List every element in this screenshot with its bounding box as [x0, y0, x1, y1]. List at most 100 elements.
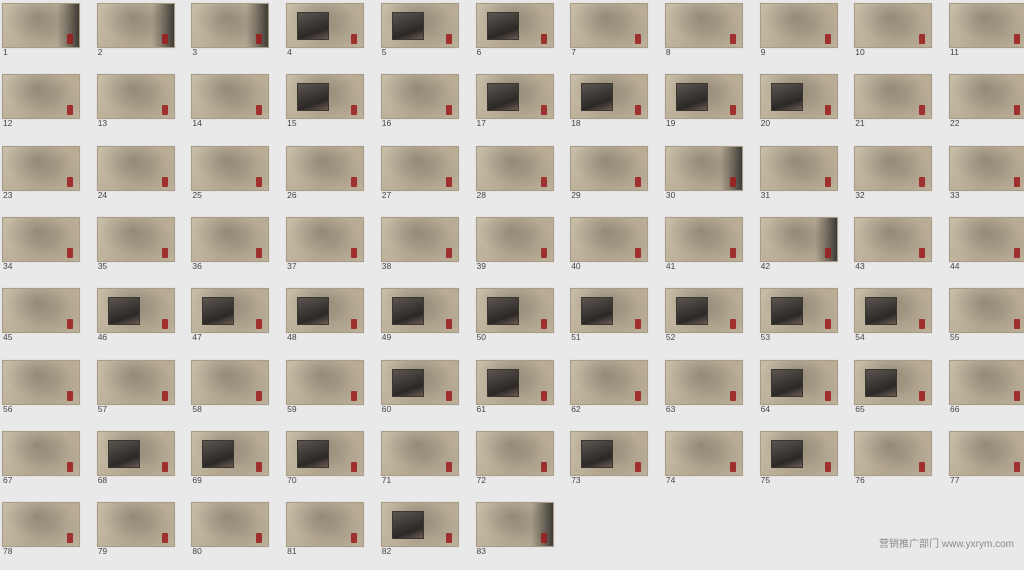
slide-preview-image[interactable]	[96, 359, 175, 405]
slide-preview-image[interactable]	[949, 216, 1024, 262]
slide-thumbnail[interactable]: 24	[95, 143, 190, 214]
slide-preview-image[interactable]	[380, 3, 459, 48]
slide-thumbnail[interactable]: 44	[947, 214, 1024, 285]
slide-thumbnail[interactable]: 32	[852, 143, 947, 214]
slide-thumbnail[interactable]: 17	[474, 71, 569, 142]
slide-thumbnail[interactable]: 46	[95, 285, 190, 356]
slide-preview-image[interactable]	[475, 288, 554, 334]
slide-preview-image[interactable]	[759, 288, 838, 334]
slide-preview-image[interactable]	[759, 359, 838, 405]
slide-preview-image[interactable]	[96, 3, 175, 48]
slide-preview-image[interactable]	[475, 3, 554, 48]
slide-preview-image[interactable]	[286, 288, 365, 334]
slide-thumbnail[interactable]: 10	[852, 0, 947, 71]
slide-preview-image[interactable]	[570, 359, 649, 405]
slide-thumbnail[interactable]: 53	[758, 285, 853, 356]
slide-thumbnail[interactable]: 45	[0, 285, 95, 356]
slide-preview-image[interactable]	[191, 74, 270, 120]
slide-preview-image[interactable]	[380, 359, 459, 405]
slide-thumbnail[interactable]: 34	[0, 214, 95, 285]
slide-thumbnail[interactable]: 2	[95, 0, 190, 71]
slide-preview-image[interactable]	[854, 74, 933, 120]
slide-thumbnail[interactable]: 38	[379, 214, 474, 285]
slide-thumbnail[interactable]: 76	[852, 428, 947, 499]
slide-preview-image[interactable]	[191, 502, 270, 548]
slide-thumbnail[interactable]: 71	[379, 428, 474, 499]
slide-thumbnail[interactable]: 21	[852, 71, 947, 142]
slide-preview-image[interactable]	[380, 288, 459, 334]
slide-preview-image[interactable]	[854, 430, 933, 476]
slide-thumbnail[interactable]: 8	[663, 0, 758, 71]
slide-thumbnail[interactable]: 12	[0, 71, 95, 142]
slide-preview-image[interactable]	[96, 216, 175, 262]
slide-preview-image[interactable]	[570, 288, 649, 334]
slide-preview-image[interactable]	[949, 288, 1024, 334]
slide-thumbnail[interactable]: 49	[379, 285, 474, 356]
slide-thumbnail[interactable]: 20	[758, 71, 853, 142]
slide-thumbnail[interactable]: 50	[474, 285, 569, 356]
slide-preview-image[interactable]	[949, 359, 1024, 405]
slide-preview-image[interactable]	[664, 74, 743, 120]
slide-preview-image[interactable]	[2, 430, 80, 476]
slide-thumbnail[interactable]: 77	[947, 428, 1024, 499]
slide-thumbnail[interactable]: 80	[189, 499, 284, 570]
slide-preview-image[interactable]	[759, 430, 838, 476]
slide-thumbnail[interactable]: 58	[189, 357, 284, 428]
slide-preview-image[interactable]	[191, 288, 270, 334]
slide-preview-image[interactable]	[380, 145, 459, 191]
slide-thumbnail[interactable]: 54	[852, 285, 947, 356]
slide-thumbnail[interactable]: 56	[0, 357, 95, 428]
slide-preview-image[interactable]	[664, 359, 743, 405]
slide-thumbnail[interactable]: 51	[568, 285, 663, 356]
slide-preview-image[interactable]	[570, 145, 649, 191]
slide-preview-image[interactable]	[664, 145, 743, 191]
slide-thumbnail[interactable]: 13	[95, 71, 190, 142]
slide-preview-image[interactable]	[949, 3, 1024, 48]
slide-thumbnail[interactable]: 39	[474, 214, 569, 285]
slide-thumbnail[interactable]: 18	[568, 71, 663, 142]
slide-thumbnail[interactable]: 35	[95, 214, 190, 285]
slide-thumbnail[interactable]: 55	[947, 285, 1024, 356]
slide-preview-image[interactable]	[96, 145, 175, 191]
slide-thumbnail[interactable]: 75	[758, 428, 853, 499]
slide-preview-image[interactable]	[949, 74, 1024, 120]
slide-preview-image[interactable]	[380, 430, 459, 476]
slide-thumbnail[interactable]: 74	[663, 428, 758, 499]
slide-thumbnail[interactable]: 33	[947, 143, 1024, 214]
slide-preview-image[interactable]	[2, 288, 80, 334]
slide-thumbnail[interactable]: 25	[189, 143, 284, 214]
slide-thumbnail[interactable]: 66	[947, 357, 1024, 428]
slide-preview-image[interactable]	[286, 216, 365, 262]
slide-thumbnail[interactable]: 81	[284, 499, 379, 570]
slide-preview-image[interactable]	[96, 430, 175, 476]
slide-thumbnail[interactable]: 70	[284, 428, 379, 499]
slide-thumbnail[interactable]: 14	[189, 71, 284, 142]
slide-thumbnail[interactable]: 42	[758, 214, 853, 285]
slide-preview-image[interactable]	[191, 145, 270, 191]
slide-thumbnail[interactable]: 65	[852, 357, 947, 428]
slide-preview-image[interactable]	[949, 430, 1024, 476]
slide-preview-image[interactable]	[570, 74, 649, 120]
slide-thumbnail[interactable]: 6	[474, 0, 569, 71]
slide-thumbnail[interactable]: 69	[189, 428, 284, 499]
slide-preview-image[interactable]	[475, 502, 554, 548]
slide-thumbnail[interactable]: 59	[284, 357, 379, 428]
slide-preview-image[interactable]	[759, 74, 838, 120]
slide-preview-image[interactable]	[854, 216, 933, 262]
slide-preview-image[interactable]	[664, 288, 743, 334]
slide-preview-image[interactable]	[286, 502, 365, 548]
slide-preview-image[interactable]	[475, 74, 554, 120]
slide-preview-image[interactable]	[570, 430, 649, 476]
slide-preview-image[interactable]	[475, 430, 554, 476]
slide-thumbnail[interactable]: 4	[284, 0, 379, 71]
slide-thumbnail[interactable]: 62	[568, 357, 663, 428]
slide-thumbnail[interactable]: 23	[0, 143, 95, 214]
slide-thumbnail[interactable]: 52	[663, 285, 758, 356]
slide-thumbnail[interactable]: 41	[663, 214, 758, 285]
slide-preview-image[interactable]	[664, 430, 743, 476]
slide-preview-image[interactable]	[191, 359, 270, 405]
slide-preview-image[interactable]	[286, 359, 365, 405]
slide-thumbnail[interactable]: 26	[284, 143, 379, 214]
slide-thumbnail[interactable]: 11	[947, 0, 1024, 71]
slide-preview-image[interactable]	[759, 3, 838, 48]
